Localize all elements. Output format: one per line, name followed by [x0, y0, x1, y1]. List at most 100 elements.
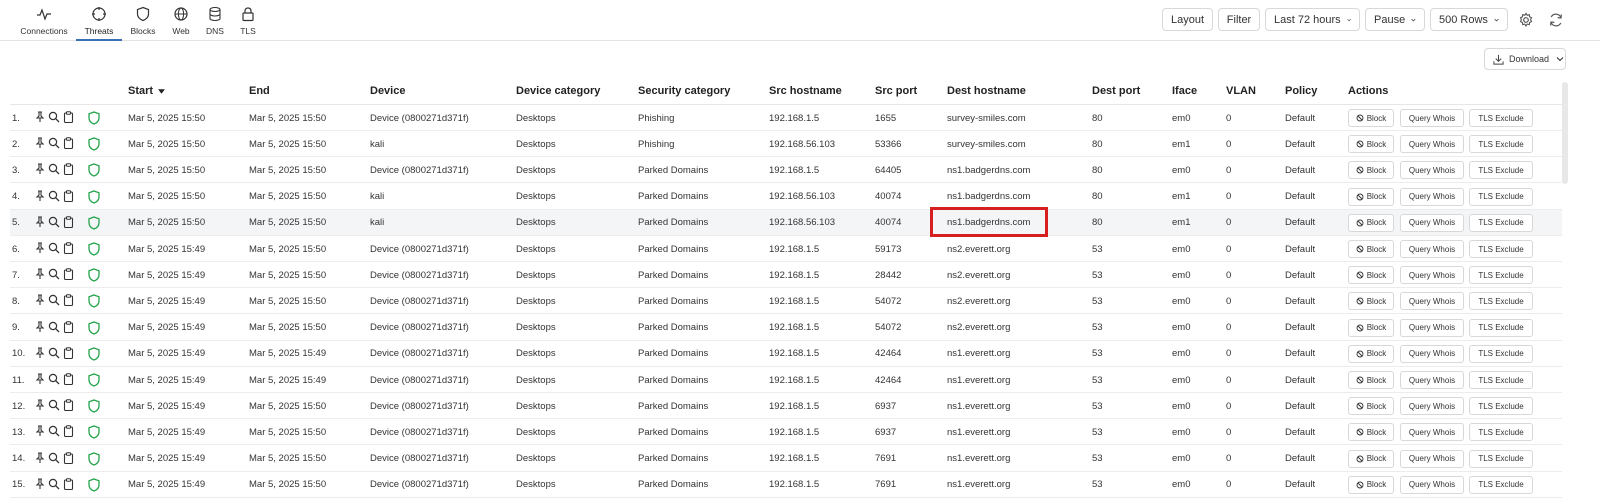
clipboard-icon[interactable]	[63, 268, 74, 281]
query-whois-button[interactable]: Query Whois	[1400, 266, 1464, 285]
pin-icon[interactable]	[35, 216, 45, 228]
query-whois-button[interactable]: Query Whois	[1400, 240, 1464, 258]
block-button[interactable]: Block	[1348, 161, 1394, 180]
tls-exclude-button[interactable]: TLS Exclude	[1469, 423, 1533, 442]
pin-icon[interactable]	[35, 347, 45, 359]
column-header-dest-port[interactable]: Dest port	[1092, 79, 1140, 103]
tls-exclude-button[interactable]: TLS Exclude	[1469, 318, 1533, 337]
tls-exclude-button[interactable]: TLS Exclude	[1469, 475, 1533, 494]
filter-button[interactable]: Filter	[1218, 8, 1260, 31]
tls-exclude-button[interactable]: TLS Exclude	[1469, 109, 1533, 127]
block-button[interactable]: Block	[1348, 292, 1394, 311]
query-whois-button[interactable]: Query Whois	[1400, 423, 1464, 442]
rows-select[interactable]: 500 Rows	[1430, 8, 1508, 31]
column-header-dest-hostname[interactable]: Dest hostname	[947, 79, 1026, 103]
pin-icon[interactable]	[35, 373, 45, 385]
clipboard-icon[interactable]	[63, 111, 74, 123]
table-row[interactable]: 15. Mar 5, 2025 15:49 Mar 5, 2025 15:50 Dev…	[10, 472, 1562, 498]
query-whois-button[interactable]: Query Whois	[1400, 292, 1464, 311]
table-row[interactable]: 6. Mar 5, 2025 15:49 Mar 5, 2025 15:50 Devi…	[10, 236, 1562, 262]
clipboard-icon[interactable]	[63, 451, 74, 464]
pin-icon[interactable]	[35, 268, 45, 280]
search-icon[interactable]	[48, 111, 60, 123]
search-icon[interactable]	[48, 190, 60, 202]
clipboard-icon[interactable]	[63, 189, 74, 202]
pin-icon[interactable]	[35, 452, 45, 464]
block-button[interactable]: Block	[1348, 397, 1394, 416]
clipboard-icon[interactable]	[63, 216, 74, 228]
clipboard-icon[interactable]	[63, 242, 74, 254]
clipboard-icon[interactable]	[63, 373, 74, 385]
pin-icon[interactable]	[35, 163, 45, 175]
search-icon[interactable]	[48, 347, 60, 359]
table-row[interactable]: 7. Mar 5, 2025 15:49 Mar 5, 2025 15:50 Devi…	[10, 262, 1562, 289]
search-icon[interactable]	[48, 452, 60, 464]
clipboard-icon[interactable]	[63, 137, 74, 150]
table-row[interactable]: 4. Mar 5, 2025 15:50 Mar 5, 2025 15:50 kali…	[10, 184, 1562, 210]
download-button[interactable]: Download	[1484, 48, 1566, 70]
clipboard-icon[interactable]	[63, 425, 74, 438]
query-whois-button[interactable]: Query Whois	[1400, 161, 1464, 180]
pin-icon[interactable]	[35, 137, 45, 149]
query-whois-button[interactable]: Query Whois	[1400, 135, 1464, 154]
pause-select[interactable]: Pause	[1365, 8, 1425, 31]
pin-icon[interactable]	[35, 321, 45, 333]
column-header-policy[interactable]: Policy	[1285, 79, 1317, 103]
query-whois-button[interactable]: Query Whois	[1400, 344, 1464, 363]
tab-blocks[interactable]: Blocks	[128, 0, 158, 41]
table-row[interactable]: 8. Mar 5, 2025 15:49 Mar 5, 2025 15:50 Devi…	[10, 288, 1562, 315]
tls-exclude-button[interactable]: TLS Exclude	[1469, 397, 1533, 416]
column-header-src-hostname[interactable]: Src hostname	[769, 79, 842, 103]
query-whois-button[interactable]: Query Whois	[1400, 109, 1464, 127]
table-row[interactable]: 13. Mar 5, 2025 15:49 Mar 5, 2025 15:50 Dev…	[10, 419, 1562, 446]
tls-exclude-button[interactable]: TLS Exclude	[1469, 266, 1533, 285]
block-button[interactable]: Block	[1348, 449, 1394, 468]
table-row[interactable]: 5. Mar 5, 2025 15:50 Mar 5, 2025 15:50 kali…	[10, 209, 1562, 236]
search-icon[interactable]	[48, 242, 60, 254]
block-button[interactable]: Block	[1348, 213, 1394, 232]
query-whois-button[interactable]: Query Whois	[1400, 475, 1464, 494]
block-button[interactable]: Block	[1348, 318, 1394, 337]
search-icon[interactable]	[48, 216, 60, 228]
table-row[interactable]: 11. Mar 5, 2025 15:49 Mar 5, 2025 15:49 Dev…	[10, 367, 1562, 393]
column-header-vlan[interactable]: VLAN	[1226, 79, 1256, 103]
table-row[interactable]: 1. Mar 5, 2025 15:50 Mar 5, 2025 15:50 Devi…	[10, 105, 1562, 131]
query-whois-button[interactable]: Query Whois	[1400, 187, 1464, 206]
column-header-end[interactable]: End	[249, 79, 270, 103]
pin-icon[interactable]	[35, 399, 45, 411]
pin-icon[interactable]	[35, 111, 45, 123]
search-icon[interactable]	[48, 321, 60, 333]
pin-icon[interactable]	[35, 190, 45, 202]
tab-threats[interactable]: Threats	[76, 0, 122, 41]
tls-exclude-button[interactable]: TLS Exclude	[1469, 371, 1533, 389]
tls-exclude-button[interactable]: TLS Exclude	[1469, 161, 1533, 180]
table-row[interactable]: 12. Mar 5, 2025 15:49 Mar 5, 2025 15:50 Dev…	[10, 393, 1562, 420]
query-whois-button[interactable]: Query Whois	[1400, 449, 1464, 468]
query-whois-button[interactable]: Query Whois	[1400, 213, 1464, 232]
search-icon[interactable]	[48, 268, 60, 280]
block-button[interactable]: Block	[1348, 187, 1394, 206]
table-row[interactable]: 14. Mar 5, 2025 15:49 Mar 5, 2025 15:50 Dev…	[10, 446, 1562, 472]
tls-exclude-button[interactable]: TLS Exclude	[1469, 240, 1533, 258]
search-icon[interactable]	[48, 294, 60, 306]
block-button[interactable]: Block	[1348, 240, 1394, 258]
tab-web[interactable]: Web	[168, 0, 194, 41]
block-button[interactable]: Block	[1348, 344, 1394, 363]
block-button[interactable]: Block	[1348, 371, 1394, 389]
search-icon[interactable]	[48, 137, 60, 149]
column-header-start[interactable]: Start	[128, 79, 166, 103]
tls-exclude-button[interactable]: TLS Exclude	[1469, 213, 1533, 232]
time-range-select[interactable]: Last 72 hours	[1265, 8, 1360, 31]
tls-exclude-button[interactable]: TLS Exclude	[1469, 187, 1533, 206]
query-whois-button[interactable]: Query Whois	[1400, 318, 1464, 337]
query-whois-button[interactable]: Query Whois	[1400, 371, 1464, 389]
clipboard-icon[interactable]	[63, 320, 74, 333]
table-row[interactable]: 10. Mar 5, 2025 15:49 Mar 5, 2025 15:49 Dev…	[10, 341, 1562, 367]
tls-exclude-button[interactable]: TLS Exclude	[1469, 449, 1533, 468]
table-row[interactable]: 9. Mar 5, 2025 15:49 Mar 5, 2025 15:50 Devi…	[10, 315, 1562, 341]
table-row[interactable]: 2. Mar 5, 2025 15:50 Mar 5, 2025 15:50 kali…	[10, 131, 1562, 158]
column-header-src-port[interactable]: Src port	[875, 79, 917, 103]
clipboard-icon[interactable]	[63, 163, 74, 176]
search-icon[interactable]	[48, 399, 60, 411]
tls-exclude-button[interactable]: TLS Exclude	[1469, 292, 1533, 311]
